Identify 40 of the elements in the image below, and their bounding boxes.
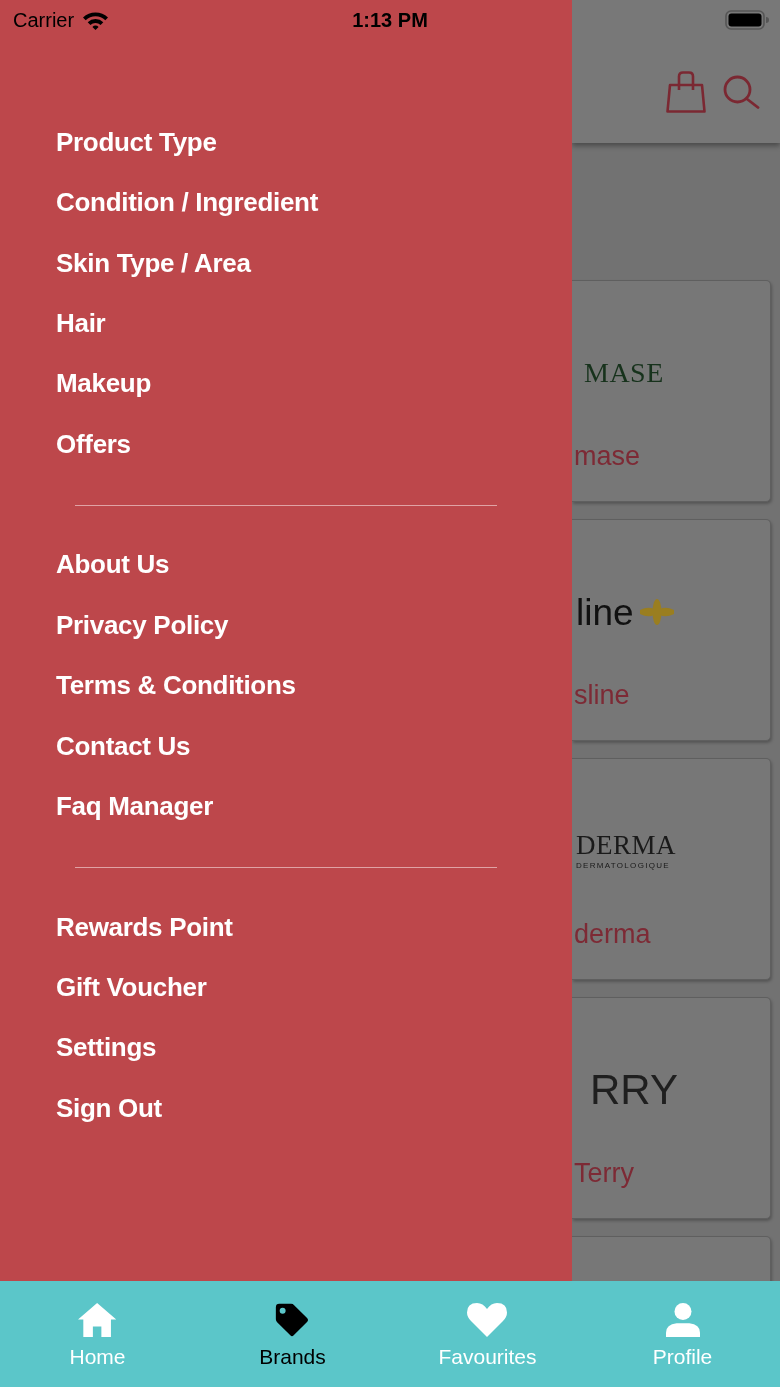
carrier-label: Carrier — [13, 10, 75, 30]
menu-item[interactable]: Contact Us — [56, 731, 191, 762]
brand-name: derma — [574, 920, 651, 950]
menu-item[interactable]: Skin Type / Area — [56, 248, 251, 279]
wifi-icon — [82, 10, 110, 30]
bee-icon — [638, 598, 675, 626]
nav-tab[interactable]: Brands — [259, 1303, 326, 1369]
shopping-bag-icon[interactable] — [665, 70, 707, 113]
menu-item[interactable]: Hair — [56, 309, 106, 339]
brand-card[interactable]: DERMA DERMATOLOGIQUE derma — [572, 758, 771, 980]
person-icon — [665, 1303, 700, 1337]
menu-item[interactable]: Condition / Ingredient — [56, 188, 319, 219]
brand-name: mase — [574, 442, 641, 472]
menu-item[interactable]: Makeup — [56, 369, 151, 400]
home-icon — [78, 1303, 117, 1337]
brand-card[interactable]: line sline — [572, 519, 771, 741]
menu-item[interactable]: Gift Voucher — [56, 972, 207, 1003]
menu-item[interactable]: Terms & Conditions — [56, 671, 296, 702]
battery-icon — [725, 10, 769, 30]
menu-item[interactable]: Settings — [56, 1033, 157, 1064]
menu-item[interactable]: Faq Manager — [56, 791, 214, 822]
menu-item[interactable]: Privacy Policy — [56, 610, 229, 641]
menu-item[interactable]: Offers — [56, 429, 131, 460]
brand-name: sline — [574, 681, 630, 711]
clock-time: 1:13 PM — [352, 10, 428, 30]
brand-name: Terry — [574, 1159, 634, 1189]
brand-card[interactable]: MASE mase — [572, 280, 771, 502]
brand-logo-text: line — [576, 593, 634, 631]
heart-icon — [467, 1303, 508, 1337]
menu-item[interactable]: Sign Out — [56, 1093, 162, 1124]
brand-logo-text: DERMA — [576, 832, 676, 859]
brand-logo-tagline: DERMATOLOGIQUE — [576, 862, 670, 870]
brand-logo-text: RRY — [589, 1069, 678, 1111]
brand-logo-text: MASE — [583, 359, 664, 387]
menu-item[interactable]: About Us — [56, 550, 170, 581]
search-icon[interactable] — [723, 74, 760, 109]
menu-item[interactable]: Product Type — [56, 128, 217, 158]
menu-item[interactable]: Rewards Point — [56, 912, 233, 943]
brand-card[interactable]: RRY Terry — [572, 997, 771, 1219]
tag-icon — [275, 1303, 310, 1337]
